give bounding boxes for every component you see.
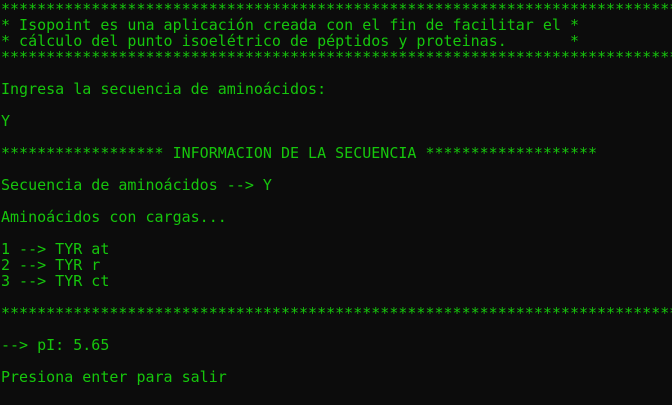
exit-prompt[interactable]: Presiona enter para salir — [0, 369, 672, 385]
banner-text-line-1: * Isopoint es una aplicación creada con … — [1, 17, 579, 33]
banner-text-line-2: * cálculo del punto isoelétrico de pépti… — [1, 33, 579, 49]
sequence-output: Secuencia de aminoácidos --> Y — [1, 177, 272, 193]
banner-border-bottom: ****************************************… — [1, 49, 672, 65]
charged-aminoacid-item: 3 --> TYR_ct — [1, 273, 110, 289]
sequence-prompt: Ingresa la secuencia de aminoácidos: — [1, 81, 327, 97]
charged-aminoacid-item: 2 --> TYR_r — [1, 257, 101, 273]
sequence-input-echo: Y — [1, 113, 11, 129]
charged-aminoacids-heading: Aminoácidos con cargas... — [1, 209, 227, 225]
banner-border-top: ****************************************… — [1, 1, 672, 17]
section-header-sequence-info: ****************** INFORMACION DE LA SEC… — [1, 145, 598, 161]
console-window: ****************************************… — [0, 0, 672, 405]
separator-line: ****************************************… — [1, 305, 672, 321]
pi-result: --> pI: 5.65 — [1, 337, 110, 353]
charged-aminoacid-item: 1 --> TYR_at — [1, 241, 110, 257]
